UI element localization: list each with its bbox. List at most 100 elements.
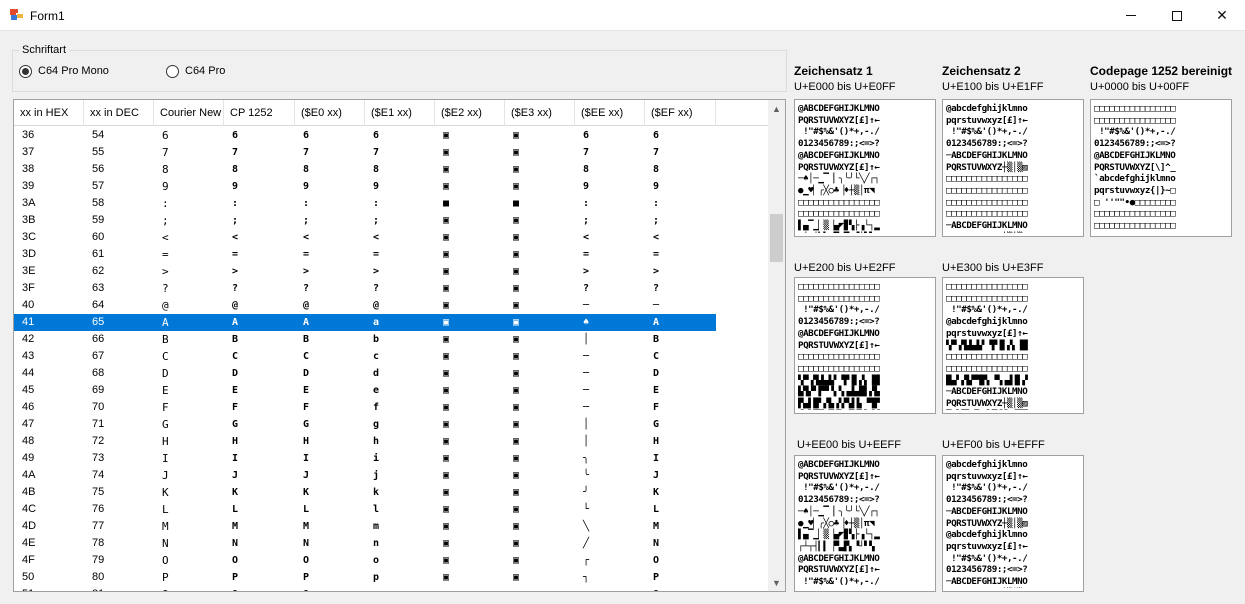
column-header[interactable]: ($E1 xx) [365,100,435,126]
table-cell: > [373,266,380,277]
radio-checked-icon[interactable] [19,64,32,78]
table-row[interactable]: 5181QQQq▣▣●Q [14,586,716,591]
table-cell: ▣ [443,130,450,141]
table-row[interactable]: 48 72 H H Hh ▣ ▣ │ H [14,433,716,450]
table-cell: 7 [373,147,380,158]
table-row[interactable]: 46 70 F F Ff ▣ ▣ ─ F [14,399,716,416]
maximize-button[interactable] [1154,0,1200,31]
table-cell: c [373,351,380,362]
table-row[interactable]: 41 65 A A Aa ▣ ▣ ♠ A [14,314,716,331]
column-header[interactable]: Courier New [154,100,224,126]
table-cell: I [162,452,169,465]
minimize-button[interactable] [1108,0,1154,31]
table-cell: ▣ [513,317,520,328]
table-cell: 64 [92,299,105,311]
table-cell: F [232,402,239,413]
table-cell: b [373,334,380,345]
table-row[interactable]: 3E 62 > > > > ▣ ▣ > > [14,263,716,280]
table-row[interactable]: 44 68 D D Dd ▣ ▣ ─ D [14,365,716,382]
table-row[interactable]: 43 67 C C Cc ▣ ▣ ─ C [14,348,716,365]
table-cell: ▣ [513,181,520,192]
radio-c64-pro-mono[interactable]: C64 Pro Mono [19,63,109,79]
table-cell: G [162,418,169,431]
table-cell: 68 [92,367,105,379]
scroll-up-icon[interactable]: ▲ [768,100,785,117]
column-header[interactable]: ($E3 xx) [505,100,575,126]
table-row[interactable]: 4D 77 M M Mm ▣ ▣ ╲ M [14,518,716,535]
table-cell: ; [373,215,380,226]
charset-preview-ee: @ABCDEFGHIJKLMNO PQRSTUVWXYZ[£]↑← !"#$%&… [794,455,936,592]
scroll-down-icon[interactable]: ▼ [768,574,785,591]
table-cell: ─ [583,300,590,311]
column-header[interactable]: ($E0 xx) [295,100,365,126]
table-cell: 42 [22,333,35,345]
table-cell: 48 [22,435,35,447]
table-row[interactable]: 42 66 B B Bb ▣ ▣ │ B [14,331,716,348]
table-cell: 7 [162,146,169,159]
vertical-scrollbar[interactable]: ▲ ▼ [768,100,785,591]
table-cell: M [653,521,660,532]
table-cell: 9 [373,181,380,192]
table-row[interactable]: 3A 58:::: ■ ■:: [14,195,716,212]
table-cell: ? [162,282,169,295]
table-row[interactable]: 4F 79 O O Oo ▣ ▣ ┌ O [14,552,716,569]
table-cell: 41 [22,316,35,328]
table-cell: ♠ [583,317,590,328]
table-row[interactable]: 4B 75 K K Kk ▣ ▣ ╯ K [14,484,716,501]
table-row[interactable]: 4E 78 N N Nn ▣ ▣ ╱ N [14,535,716,552]
table-cell: I [653,453,660,464]
charset-glyphs: @abcdefghijklmno pqrstuvwxyz[£]↑← !"#$%&… [946,459,1028,588]
table-cell: ▣ [443,300,450,311]
close-button[interactable]: ✕ [1199,0,1245,31]
font-groupbox [12,50,787,92]
table-cell: O [303,555,310,566]
radio-c64-pro[interactable]: C64 Pro [166,63,225,79]
table-cell: ? [373,283,380,294]
table-cell: │ [583,419,590,430]
scroll-thumb[interactable] [770,214,783,262]
table-row[interactable]: 45 69 E E Ee ▣ ▣ ─ E [14,382,716,399]
table-row[interactable]: 37 55 7 7 7 7 ▣ ▣ 7 7 [14,144,716,161]
column-header[interactable]: xx in DEC [84,100,154,126]
table-row[interactable]: 40 64 @ @ @ @ ▣ ▣ ─ ─ [14,297,716,314]
table-row[interactable]: 3F 63???? ▣ ▣?? [14,280,716,297]
table-cell: C [162,350,169,363]
table-cell: J [653,470,660,481]
table-cell: M [303,521,310,532]
table-cell: K [653,487,660,498]
table-cell: ▣ [443,164,450,175]
table-row[interactable]: 4C 76 L L Ll ▣ ▣ └ L [14,501,716,518]
table-row[interactable]: 3D 61 = = = = ▣ ▣ = = [14,246,716,263]
table-cell: 9 [653,181,660,192]
table-row[interactable]: 3B 59;;;; ▣ ▣;; [14,212,716,229]
table-cell: N [162,537,169,550]
table-cell: ▣ [513,130,520,141]
table-row[interactable]: 4A 74 J J Jj ▣ ▣ ╰ J [14,467,716,484]
table-cell: ╯ [583,487,590,498]
radio-unchecked-icon[interactable] [166,64,179,78]
table-cell: @ [303,300,310,311]
table-cell: H [162,435,169,448]
table-row[interactable]: 39 57 9 9 9 9 ▣ ▣ 9 9 [14,178,716,195]
table-cell: d [373,368,380,379]
table-cell: 47 [22,418,35,430]
table-row[interactable]: 3C 60 < < < < ▣ ▣ < < [14,229,716,246]
table-row[interactable]: 38 56 8 8 8 8 ▣ ▣ 8 8 [14,161,716,178]
table-row[interactable]: 36 54 6 6 6 6 ▣ ▣ 6 6 [14,127,716,144]
character-grid[interactable]: xx in HEX xx in DEC Courier New CP 1252 … [13,99,786,592]
table-cell: > [162,265,169,278]
column-header[interactable]: ($EE xx) [575,100,645,126]
table-cell: ? [232,283,239,294]
column-header[interactable]: CP 1252 [224,100,295,126]
table-cell: = [373,249,380,260]
column-header[interactable]: xx in HEX [14,100,84,126]
table-row[interactable]: 50 80 P P Pp ▣ ▣ ┐ P [14,569,716,586]
table-cell: M [162,520,169,533]
table-cell: P [232,572,239,583]
table-row[interactable]: 47 71 G G Gg ▣ ▣ │ G [14,416,716,433]
column-header[interactable]: ($E2 xx) [435,100,505,126]
table-cell: 49 [22,452,35,464]
table-cell: J [232,470,239,481]
column-header[interactable]: ($EF xx) [645,100,716,126]
table-row[interactable]: 49 73 I I Ii ▣ ▣ ╮ I [14,450,716,467]
